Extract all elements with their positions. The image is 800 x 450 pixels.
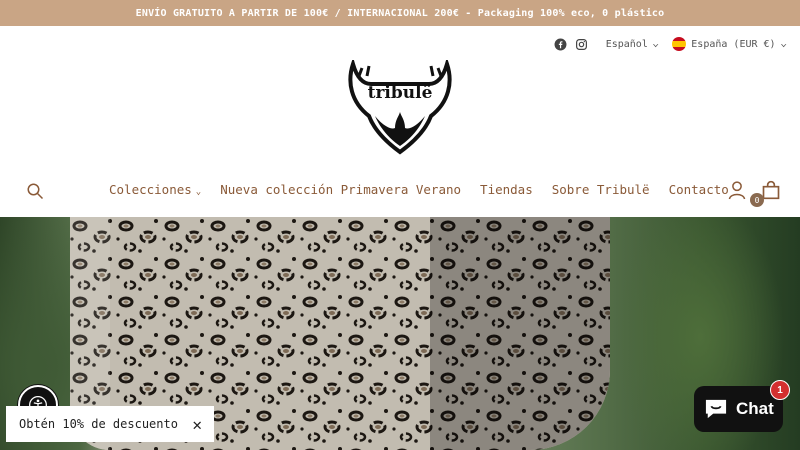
nav-item-sobre-tribule[interactable]: Sobre Tribulë (552, 182, 650, 197)
chat-bubble-icon (705, 399, 727, 419)
announcement-text: ENVÍO GRATUITO A PARTIR DE 100€ / INTERN… (135, 7, 665, 19)
chevron-down-icon: ⌄ (195, 187, 202, 197)
currency-label: España (EUR €) (691, 38, 776, 50)
discount-label: Obtén 10% de descuento (19, 417, 178, 431)
account-icon[interactable] (728, 180, 746, 200)
shopping-bag-icon[interactable] (761, 180, 781, 200)
nav-item-colecciones[interactable]: Colecciones ⌄ (109, 182, 201, 197)
chevron-down-icon: ⌄ (652, 39, 660, 49)
nav-item-tiendas[interactable]: Tiendas (480, 182, 533, 197)
announcement-bar: ENVÍO GRATUITO A PARTIR DE 100€ / INTERN… (0, 0, 800, 26)
logo-text: tribulë (368, 83, 433, 103)
language-label: Español (605, 38, 648, 50)
top-utility-bar: Español ⌄ España (EUR €) ⌄ (554, 34, 800, 54)
social-links (554, 38, 588, 51)
discount-popup[interactable]: Obtén 10% de descuento ✕ (6, 406, 214, 442)
search-icon[interactable] (26, 182, 44, 200)
tribule-logo[interactable]: tribulë (345, 57, 455, 155)
chat-label: Chat (736, 399, 774, 418)
nav-item-nueva-coleccion[interactable]: Nueva colección Primavera Verano (220, 182, 461, 197)
chevron-down-icon: ⌄ (779, 39, 787, 49)
cart-count-badge: 0 (750, 193, 764, 207)
language-selector[interactable]: Español ⌄ (606, 39, 659, 50)
main-navigation: Colecciones ⌄ Nueva colección Primavera V… (0, 176, 800, 207)
close-icon[interactable]: ✕ (192, 415, 202, 434)
instagram-icon[interactable] (575, 38, 588, 51)
nav-item-contacto[interactable]: Contacto (669, 182, 729, 197)
chat-notification-badge: 1 (770, 380, 790, 400)
currency-selector[interactable]: España (EUR €) ⌄ (672, 37, 787, 51)
facebook-icon[interactable] (554, 38, 567, 51)
spain-flag-icon (672, 37, 687, 51)
nav-menu: Colecciones ⌄ Nueva colección Primavera V… (109, 182, 729, 197)
